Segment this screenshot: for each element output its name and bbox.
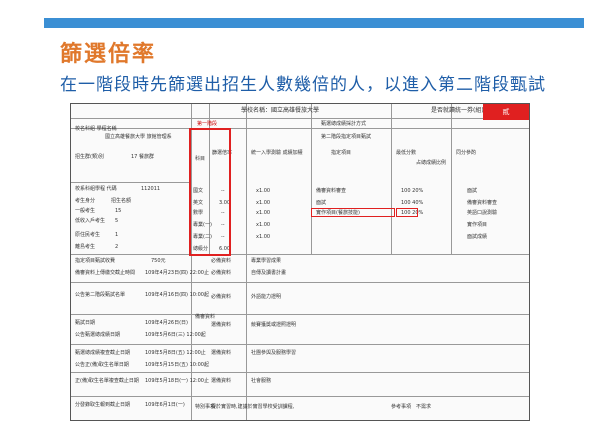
- review-tag: 必備資料: [211, 258, 232, 264]
- admission-document-scan: 學校名稱：國立高雄餐旅大學 是否就讀統一券(組) 貳 甄選總成績採計方式 第二階…: [70, 103, 530, 421]
- grid-line: [71, 314, 529, 315]
- value-group: 17 餐旅群: [131, 154, 154, 160]
- lower-label: 正(備)取生名單複查截止日期: [75, 378, 139, 384]
- grid-line: [391, 104, 392, 254]
- grid-line: [71, 396, 529, 397]
- special-note: 不需求: [416, 404, 432, 410]
- grid-line: [451, 104, 452, 254]
- label-general: 一般考生: [75, 208, 96, 214]
- lower-label: 指定項目甄試收費: [75, 258, 116, 264]
- grid-line: [71, 118, 529, 119]
- grid-line: [311, 104, 312, 254]
- row-weight: x1.00: [256, 200, 271, 206]
- col-min: 最低分數: [396, 150, 417, 156]
- lower-label: 甄試日期: [75, 320, 96, 326]
- page-badge: 貳: [483, 104, 529, 120]
- review-item: 專業學習成果: [251, 258, 282, 264]
- lower-label: 公告甄選總成績日期: [75, 332, 121, 338]
- grid-line: [71, 182, 191, 183]
- row-item: 備審資料審查: [316, 188, 347, 194]
- lower-value: 109年5月6日(三) 12:00起: [145, 332, 206, 338]
- tie-note: 實作項目: [467, 222, 488, 228]
- review-item: 外語能力證明: [251, 294, 282, 300]
- lower-label: 公告正(備)取生名單日期: [75, 362, 129, 368]
- lower-label: 分發錄取生報到截止日期: [75, 402, 131, 408]
- second-stage-title: 第二階段指定項目甄試: [321, 134, 372, 140]
- lower-value: 109年6月1日(一): [145, 402, 185, 408]
- label-school-name: 校名科組 學程名稱: [75, 126, 117, 132]
- review-tag: 必備資料: [211, 294, 232, 300]
- grid-line: [71, 254, 529, 255]
- lower-value: 109年4月26日(日): [145, 320, 188, 326]
- row-weight: x1.00: [256, 210, 271, 216]
- tie-note: 面試: [467, 188, 478, 194]
- value-indigenous: 1: [115, 232, 119, 238]
- top-accent-bar: [44, 18, 584, 28]
- tie-note: 英語口說測驗: [467, 210, 498, 216]
- value-code: 112011: [141, 186, 161, 192]
- review-group-label: 備審資料: [195, 314, 216, 320]
- lower-value: 109年5月8日(五) 12:00止: [145, 350, 206, 356]
- row-item: 面試: [316, 200, 327, 206]
- lower-value: 750元: [151, 258, 166, 264]
- review-item: 社會服務: [251, 378, 272, 384]
- ratio-highlight-box: [189, 128, 231, 256]
- pct-highlight-box: [396, 208, 418, 217]
- col-weight: 統一入學測驗 成績加權: [251, 150, 303, 156]
- grid-line: [71, 344, 529, 345]
- value-school-name: 國立高雄餐旅大學 旅館管理系: [105, 134, 172, 140]
- label-code: 校系科組學程 代碼: [75, 186, 117, 192]
- tie-note: 備審資料審查: [467, 200, 498, 206]
- unit-header: 是否就讀統一券(組): [431, 107, 484, 114]
- label-group: 招生群(類)別: [75, 154, 104, 160]
- label-low-income: 低收入戶考生: [75, 218, 106, 224]
- review-item: 競賽獲獎或證照證明: [251, 322, 297, 328]
- lower-value: 109年4月16日(四) 10:00起: [145, 292, 209, 298]
- value-low-income: 5: [115, 218, 119, 224]
- lower-value: 109年5月18日(一) 12:00止: [145, 378, 209, 384]
- review-tag: 選備資料: [211, 322, 232, 328]
- row-pct: 100 20%: [401, 188, 424, 194]
- special-text: 擬於實習時,建議於實習學校受訓課程,: [211, 404, 295, 410]
- grid-line: [71, 282, 529, 283]
- value-general: 15: [115, 208, 122, 214]
- grid-line: [71, 128, 529, 129]
- row-weight: x1.00: [256, 222, 271, 228]
- lower-value: 109年5月15日(五) 10:00起: [145, 362, 209, 368]
- row-pct: 100 40%: [401, 200, 424, 206]
- item-highlight-box: [311, 208, 395, 217]
- review-tag: 必備資料: [211, 270, 232, 276]
- slide-subtitle: 在一階段時先篩選出招生人數幾倍的人，以進入第二階段甄試: [60, 75, 546, 95]
- label-indigenous: 原住民考生: [75, 232, 101, 238]
- value-identity: 招生名額: [111, 198, 132, 204]
- lower-label: 公告第二階段甄試名單: [75, 292, 126, 298]
- col-pct: 占總成績比例: [416, 160, 447, 166]
- review-item: 社團參與及服務學習: [251, 350, 297, 356]
- lower-label: 備審資料上傳繳交截止時間: [75, 270, 136, 276]
- grid-line: [71, 372, 529, 373]
- slide-title: 篩選倍率: [60, 42, 157, 67]
- review-tag: 選備資料: [211, 378, 232, 384]
- tie-note: 面試成績: [467, 234, 488, 240]
- review-tag: 選備資料: [211, 350, 232, 356]
- col-item: 指定項目: [331, 150, 352, 156]
- lower-value: 109年4月23日(四) 22:00止: [145, 270, 209, 276]
- row-weight: x1.00: [256, 234, 271, 240]
- special-note-label: 參考事項: [391, 404, 412, 410]
- label-island: 離島考生: [75, 244, 96, 250]
- grid-line: [246, 104, 247, 420]
- col-tie: 同分參酌: [456, 150, 477, 156]
- school-header: 學校名稱：國立高雄餐旅大學: [241, 107, 320, 114]
- value-island: 2: [115, 244, 119, 250]
- section-title: 甄選總成績採計方式: [321, 121, 367, 127]
- lower-label: 甄選總成績複查截止日期: [75, 350, 131, 356]
- review-item: 自傳及讀書計畫: [251, 270, 287, 276]
- row-weight: x1.00: [256, 188, 271, 194]
- label-identity: 考生身分: [75, 198, 96, 204]
- stage-label: 第一階段: [197, 121, 218, 127]
